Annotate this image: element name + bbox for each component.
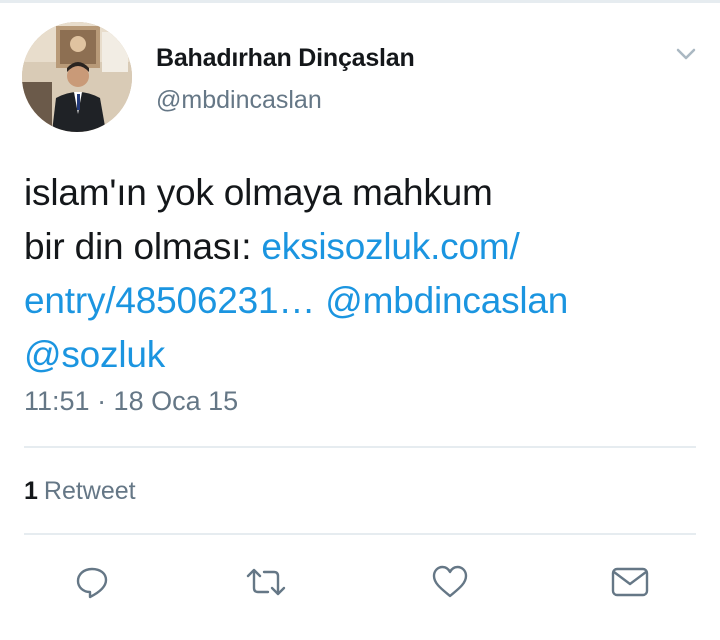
tweet-text-plain: bir din olması:	[24, 226, 262, 267]
author-handle[interactable]: @mbdincaslan	[156, 86, 322, 115]
avatar[interactable]	[22, 22, 132, 132]
link-domain[interactable]: eksisozluk.com/	[261, 226, 519, 267]
tweet-menu-button[interactable]	[672, 42, 700, 66]
retweet-count: 1	[24, 477, 38, 505]
avatar-photo	[22, 22, 132, 132]
chevron-down-icon	[676, 48, 696, 60]
retweet-label: Retweet	[43, 477, 136, 505]
mention-sozluk[interactable]: @sozluk	[24, 334, 165, 375]
heart-icon	[432, 565, 468, 598]
top-divider	[0, 0, 720, 3]
reply-icon	[76, 567, 108, 599]
tweet-timestamp[interactable]: 11:51 · 18 Oca 15	[24, 386, 238, 417]
author-display-name[interactable]: Bahadırhan Dinçaslan	[156, 44, 415, 73]
tweet-text: islam'ın yok olmaya mahkum bir din olmas…	[24, 166, 704, 382]
retweet-stats[interactable]: 1 Retweet	[24, 477, 136, 506]
tweet-detail: Bahadırhan Dinçaslan @mbdincaslan islam'…	[0, 0, 720, 640]
tweet-text-line-1: islam'ın yok olmaya mahkum	[24, 172, 493, 213]
stats-divider-bottom	[24, 533, 696, 535]
tweet-text-line-4: @sozluk	[24, 328, 704, 382]
envelope-icon	[611, 567, 649, 597]
tweet-text-line-2: bir din olması: eksisozluk.com/	[24, 220, 704, 274]
link-path[interactable]: entry/48506231…	[24, 280, 315, 321]
stats-divider-top	[24, 446, 696, 448]
tweet-text-line-3: entry/48506231… @mbdincaslan	[24, 274, 704, 328]
retweet-icon	[246, 568, 286, 596]
reply-button[interactable]	[70, 562, 114, 602]
direct-message-button[interactable]	[608, 562, 652, 602]
like-button[interactable]	[428, 562, 472, 602]
retweet-button[interactable]	[244, 562, 288, 602]
mention-mbdincaslan[interactable]: @mbdincaslan	[325, 280, 568, 321]
